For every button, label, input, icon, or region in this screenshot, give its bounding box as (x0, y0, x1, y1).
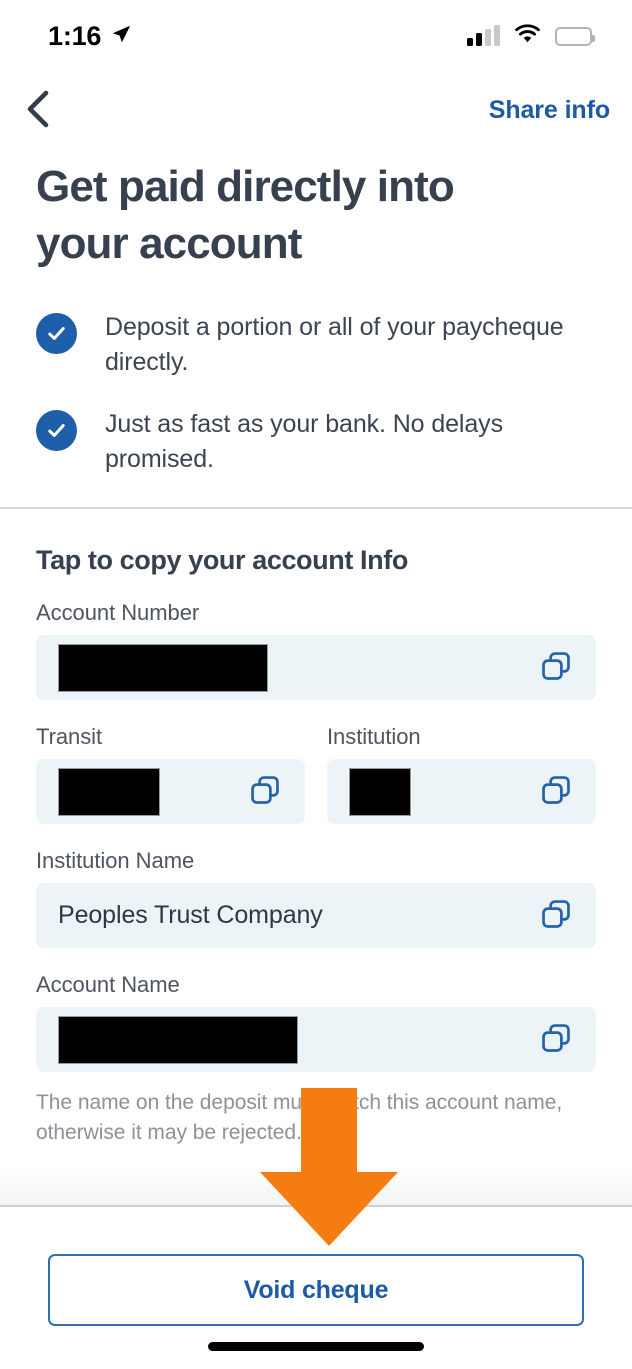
field-row-transit-institution: Transit Institution (36, 724, 596, 824)
check-circle-icon (36, 313, 77, 355)
copy-button-transit[interactable] (243, 770, 287, 814)
account-info-section: Tap to copy your account Info Account Nu… (0, 545, 632, 1148)
copy-field-account-number[interactable] (36, 635, 596, 700)
field-label: Account Name (36, 972, 180, 997)
copy-field-transit[interactable] (36, 759, 305, 824)
field-label: Institution (327, 724, 421, 749)
copy-field-institution-name[interactable]: Peoples Trust Company (36, 883, 596, 948)
field-value: Peoples Trust Company (58, 901, 323, 929)
back-button[interactable] (14, 86, 62, 134)
copy-icon (248, 773, 282, 810)
benefit-item: Deposit a portion or all of your paycheq… (36, 310, 596, 379)
field-label: Account Number (36, 600, 200, 625)
location-arrow-icon (110, 23, 132, 50)
copy-button-institution-name[interactable] (534, 894, 578, 938)
page-title: Get paid directly into your account (36, 162, 455, 269)
field-label: Transit (36, 724, 103, 749)
navigation-bar: Share info (0, 80, 632, 140)
phone-screen: 1:16 Share info Get paid directly into y… (0, 0, 632, 1369)
redacted-value (58, 1015, 298, 1064)
status-bar-left: 1:16 (48, 21, 132, 52)
field-institution-name: Institution Name Peoples Trust Company (36, 848, 596, 948)
copy-icon (539, 773, 573, 810)
copy-icon (539, 897, 573, 934)
redacted-value (58, 643, 268, 692)
share-info-button[interactable]: Share info (489, 96, 610, 125)
wifi-icon (514, 23, 541, 49)
redacted-value (58, 767, 160, 816)
benefits-list: Deposit a portion or all of your paycheq… (36, 310, 596, 476)
copy-icon (539, 1021, 573, 1058)
field-account-name: Account Name The name on the deposit mus… (36, 972, 596, 1148)
bottom-action-bar: Void cheque (0, 1207, 632, 1369)
bottom-bar-shadow (0, 1163, 632, 1205)
benefit-text: Just as fast as your bank. No delays pro… (105, 410, 503, 473)
field-transit: Transit (36, 724, 305, 824)
field-institution: Institution (327, 724, 596, 824)
redacted-value (349, 767, 411, 816)
status-time: 1:16 (48, 20, 102, 51)
section-title: Tap to copy your account Info (36, 545, 408, 575)
copy-button-account-name[interactable] (534, 1018, 578, 1062)
void-cheque-button[interactable]: Void cheque (48, 1254, 584, 1326)
back-chevron-icon (25, 90, 51, 131)
cellular-signal-icon (467, 25, 500, 46)
section-divider (0, 507, 632, 509)
account-name-helper-text: The name on the deposit must match this … (36, 1091, 563, 1144)
copy-button-account-number[interactable] (534, 646, 578, 690)
field-account-number: Account Number (36, 600, 596, 700)
status-bar-right (467, 23, 595, 49)
battery-icon (555, 26, 595, 46)
benefit-item: Just as fast as your bank. No delays pro… (36, 407, 596, 476)
copy-button-institution[interactable] (534, 770, 578, 814)
status-bar: 1:16 (0, 0, 632, 72)
copy-icon (539, 649, 573, 686)
hero-section: Get paid directly into your account Depo… (0, 158, 632, 476)
field-label: Institution Name (36, 848, 195, 873)
check-circle-icon (36, 410, 77, 452)
copy-field-institution[interactable] (327, 759, 596, 824)
home-indicator (208, 1342, 424, 1351)
copy-field-account-name[interactable] (36, 1007, 596, 1072)
benefit-text: Deposit a portion or all of your paycheq… (105, 313, 564, 376)
